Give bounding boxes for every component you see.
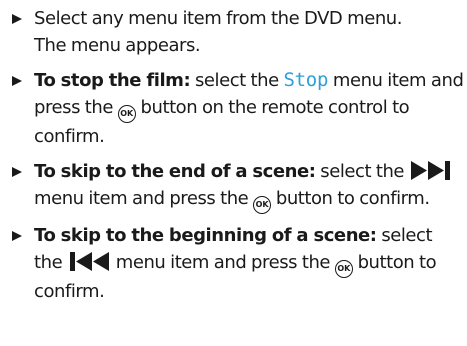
step-select-menu-item: Select any menu item from the DVD menu. …	[12, 5, 464, 59]
step-heading: To skip to the end of a scene:	[34, 161, 316, 182]
step-skip-to-end: To skip to the end of a scene: select th…	[12, 158, 464, 214]
step-text: menu item and press the	[34, 188, 254, 209]
step-text: select the	[315, 161, 409, 182]
step-heading: To stop the film:	[34, 70, 191, 91]
step-heading: To skip to the beginning of a scene:	[34, 225, 377, 246]
step-skip-to-beginning: To skip to the beginning of a scene: sel…	[12, 222, 464, 305]
step-text: menu item and press the	[110, 252, 335, 273]
stop-menu-item-label: Stop	[283, 69, 329, 91]
bullet-arrow-icon	[12, 167, 22, 177]
step-stop-film: To stop the film: select the Stop menu i…	[12, 67, 464, 150]
step-result-text: The menu appears.	[34, 35, 201, 56]
bullet-arrow-icon	[12, 14, 22, 24]
ok-button-icon: OK	[334, 260, 353, 278]
step-text: button to confirm.	[271, 188, 430, 209]
step-text: Select any menu item from the DVD menu.	[34, 8, 403, 29]
skip-back-icon	[69, 252, 109, 271]
bullet-arrow-icon	[12, 231, 22, 241]
ok-button-icon: OK	[253, 196, 272, 214]
bullet-arrow-icon	[12, 76, 22, 86]
instruction-list: Select any menu item from the DVD menu. …	[12, 5, 464, 313]
skip-forward-icon	[410, 161, 450, 180]
ok-button-icon: OK	[117, 105, 136, 123]
step-text: select the	[190, 70, 284, 91]
